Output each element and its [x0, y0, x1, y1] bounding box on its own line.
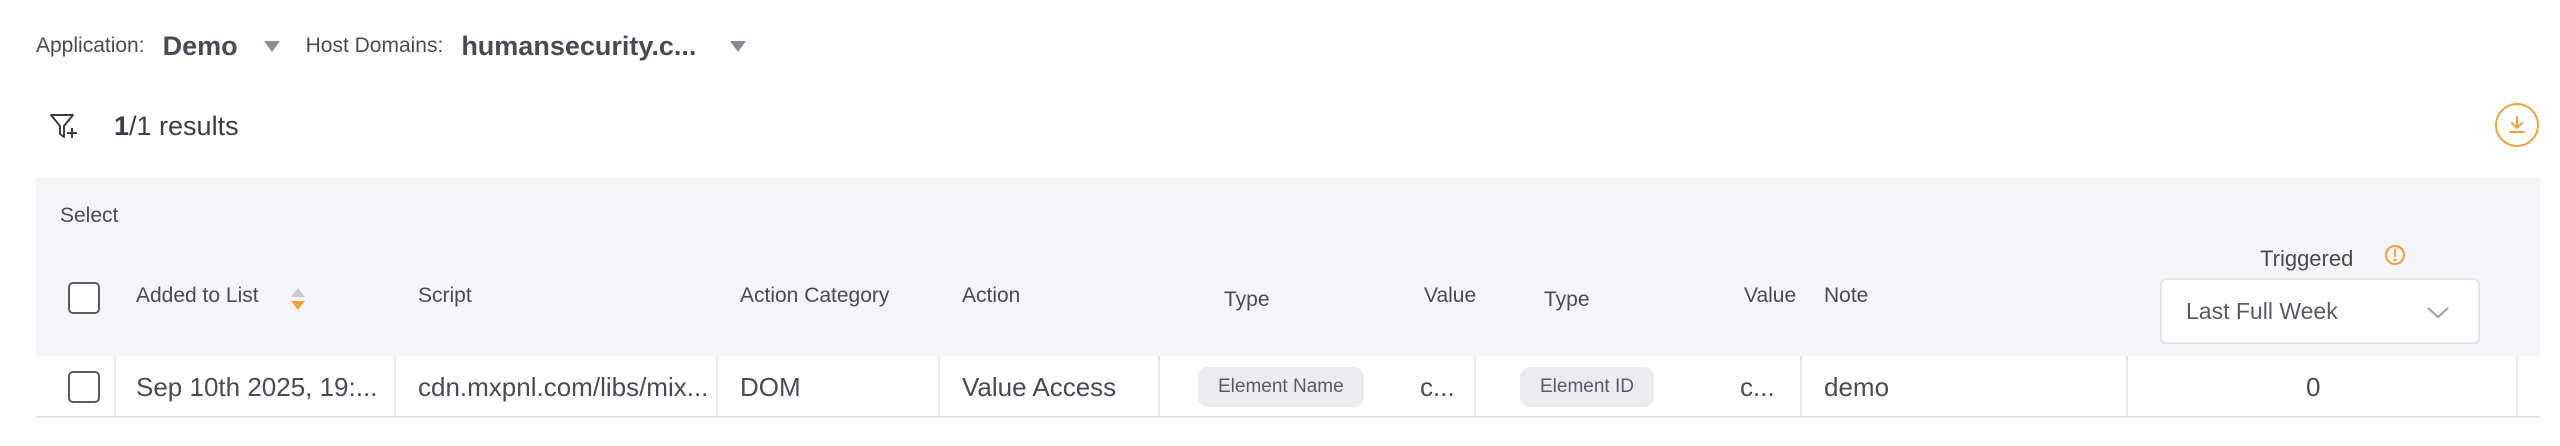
table-header: Select Added to List Script Action Categ…	[36, 178, 2540, 356]
results-table: Select Added to List Script Action Categ…	[36, 178, 2540, 418]
header-triggered: Triggered	[2260, 246, 2354, 271]
column-divider	[1474, 356, 1476, 418]
header-script: Script	[418, 284, 472, 307]
header-type-2: Type	[1544, 288, 1590, 311]
column-divider	[1158, 356, 1160, 418]
cell-added: Sep 10th 2025, 19:...	[136, 371, 378, 402]
cell-note: demo	[1824, 371, 1890, 402]
select-all-checkbox[interactable]	[68, 282, 100, 314]
column-divider	[394, 356, 396, 418]
filter-add-icon[interactable]	[48, 110, 80, 142]
host-domains-label: Host Domains:	[305, 34, 444, 57]
header-type-1: Type	[1224, 288, 1270, 311]
host-domains-select[interactable]: humansecurity.c...	[461, 31, 696, 62]
type-badge: Element Name	[1198, 367, 1364, 407]
cell-value-1: c...	[1420, 371, 1455, 402]
info-icon[interactable]	[2384, 244, 2406, 266]
column-divider	[2516, 356, 2518, 418]
cell-type-1: Element Name	[1198, 356, 1364, 418]
header-added-to-list[interactable]: Added to List	[136, 284, 259, 308]
header-action: Action	[962, 284, 1021, 307]
header-value-2: Value	[1744, 284, 1797, 307]
row-checkbox-cell[interactable]	[68, 356, 100, 418]
cell-action: Value Access	[962, 371, 1117, 402]
cell-value-2: c...	[1740, 371, 1775, 402]
column-divider	[716, 356, 718, 418]
host-domains-caret-icon[interactable]	[730, 40, 747, 52]
header-note: Note	[1824, 284, 1869, 307]
cell-triggered: 0	[2306, 371, 2321, 402]
row-checkbox[interactable]	[68, 371, 100, 403]
application-select[interactable]: Demo	[163, 31, 238, 62]
filter-bar: Application: Demo Host Domains: humansec…	[36, 26, 747, 66]
cell-action-category: DOM	[740, 371, 801, 402]
header-action-category: Action Category	[740, 284, 890, 307]
table-row[interactable]: Sep 10th 2025, 19:... cdn.mxpnl.com/libs…	[36, 356, 2540, 418]
application-label: Application:	[36, 34, 145, 57]
chevron-down-icon	[2427, 307, 2449, 319]
cell-script: cdn.mxpnl.com/libs/mix...	[418, 371, 709, 402]
triggered-period-select[interactable]: Last Full Week	[2160, 278, 2480, 344]
results-count: 1/1 results	[114, 110, 239, 141]
column-divider	[2126, 356, 2128, 418]
download-icon[interactable]	[2495, 103, 2539, 147]
header-value-1: Value	[1424, 284, 1477, 307]
results-bar: 1/1 results	[48, 104, 239, 148]
type-badge: Element ID	[1520, 367, 1654, 407]
column-divider	[938, 356, 940, 418]
cell-type-2: Element ID	[1520, 356, 1654, 418]
application-caret-icon[interactable]	[263, 40, 280, 52]
select-label: Select	[60, 204, 119, 227]
column-divider	[1800, 356, 1802, 418]
sort-icon[interactable]	[290, 286, 306, 312]
column-divider	[114, 356, 116, 418]
triggered-period-value: Last Full Week	[2186, 297, 2338, 324]
